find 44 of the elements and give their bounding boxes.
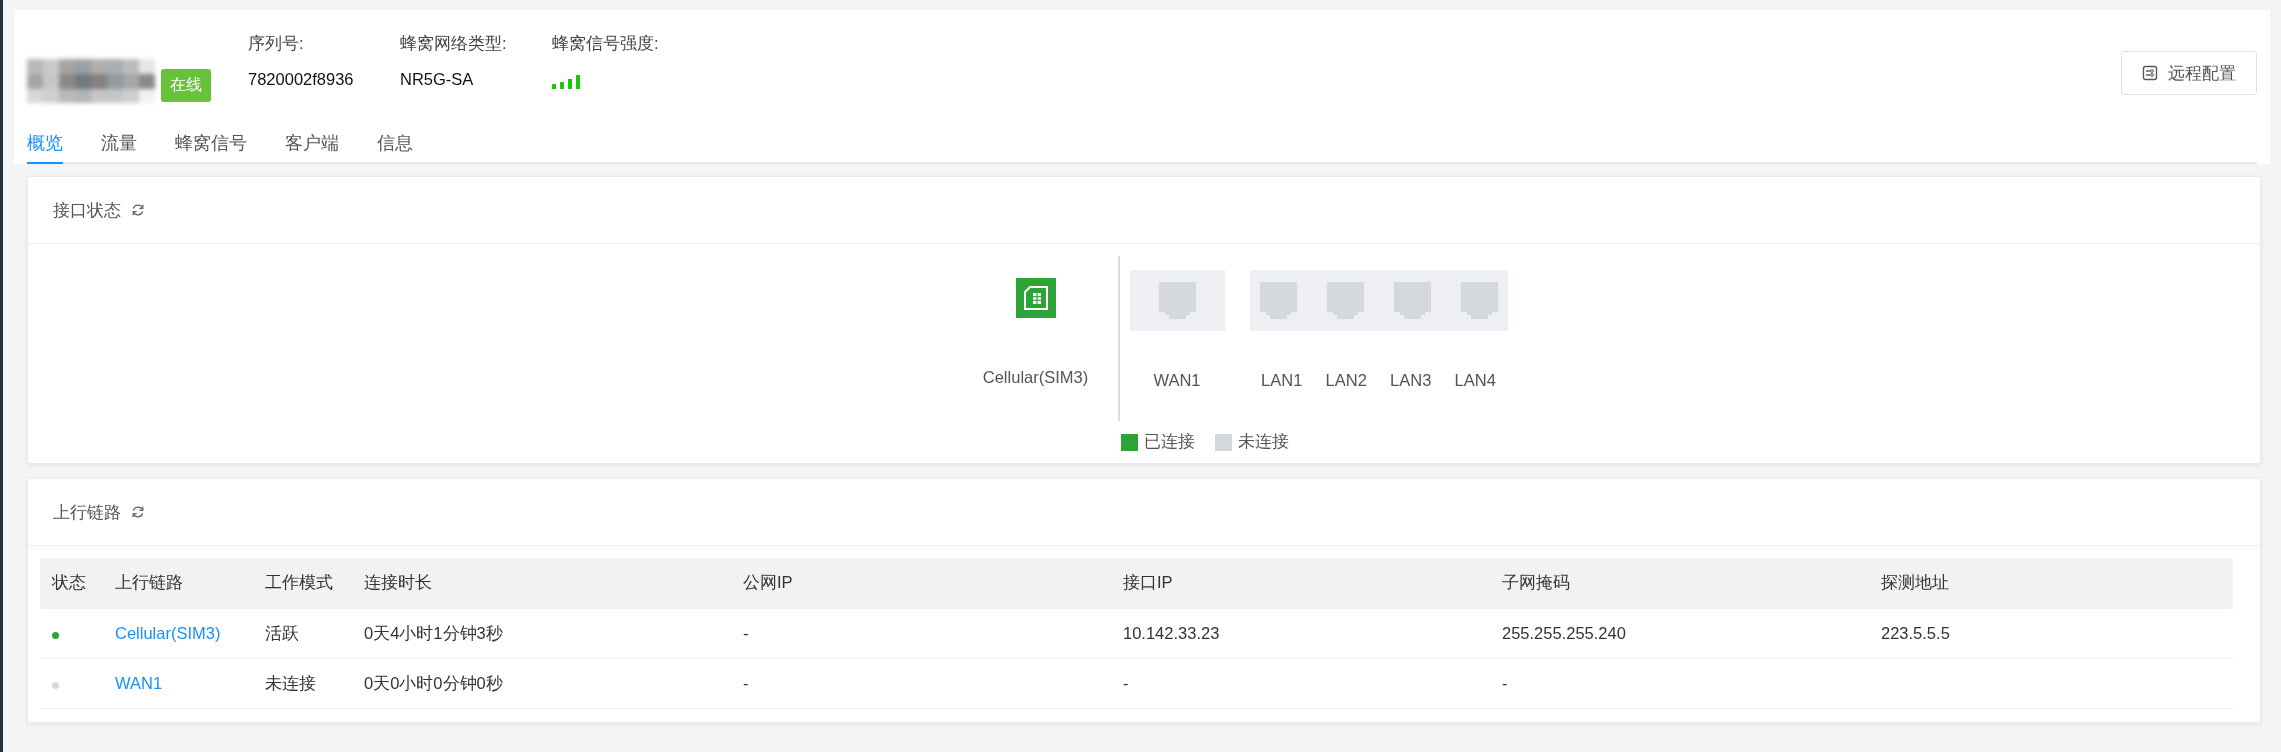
column-header: 上行链路 — [114, 572, 184, 593]
tab[interactable]: 客户端 — [285, 124, 339, 164]
status-badge: 在线 — [161, 69, 211, 102]
table-cell: - — [743, 674, 749, 692]
legend-label: 未连接 — [1237, 431, 1289, 452]
field-label: 序列号: — [248, 33, 305, 53]
column-header: 连接时长 — [363, 572, 433, 593]
table-cell: 未连接 — [265, 673, 316, 692]
field-label: 蜂窝网络类型: — [400, 33, 508, 53]
tab[interactable]: 蜂窝信号 — [175, 124, 247, 164]
table-cell: 0天4小时1分钟3秒 — [364, 623, 503, 642]
column-header: 状态 — [51, 572, 87, 593]
remote-config-button[interactable]: 远程配置 — [2121, 51, 2257, 95]
table-cell: 10.142.33.23 — [1123, 624, 1220, 642]
column-header: 公网IP — [742, 572, 794, 593]
table-cell: 0天0小时0分钟0秒 — [364, 673, 503, 692]
field-value: NR5G-SA — [400, 70, 475, 89]
refresh-icon[interactable] — [131, 505, 145, 519]
section-title: 接口状态 — [53, 199, 121, 222]
port-label: LAN1 — [1261, 371, 1303, 390]
signal-icon — [552, 75, 580, 89]
tab[interactable]: 信息 — [377, 124, 413, 164]
table-cell: 223.5.5.5 — [1881, 624, 1950, 642]
table-cell: - — [1502, 674, 1508, 692]
column-header: 探测地址 — [1880, 572, 1950, 593]
section-title: 上行链路 — [53, 501, 121, 524]
refresh-icon[interactable] — [131, 203, 145, 217]
column-header: 工作模式 — [264, 572, 334, 593]
legend-label: 已连接 — [1143, 431, 1195, 452]
table-cell: 活跃 — [265, 623, 299, 642]
port-label: LAN4 — [1454, 371, 1496, 390]
config-icon — [2142, 65, 2158, 81]
tab[interactable]: 流量 — [101, 124, 137, 164]
field-label: 蜂窝信号强度: — [552, 33, 660, 53]
field-value: 7820002f8936 — [248, 70, 355, 89]
port-label: LAN3 — [1390, 371, 1432, 390]
table-cell: - — [743, 624, 749, 642]
column-header: 子网掩码 — [1501, 572, 1571, 593]
port-label: LAN2 — [1325, 371, 1367, 390]
port-label: Cellular(SIM3) — [982, 368, 1089, 387]
port-label: WAN1 — [1153, 371, 1201, 390]
table-cell: 255.255.255.240 — [1502, 624, 1626, 642]
column-header: 接口IP — [1122, 572, 1174, 593]
table-cell: - — [1123, 674, 1129, 692]
